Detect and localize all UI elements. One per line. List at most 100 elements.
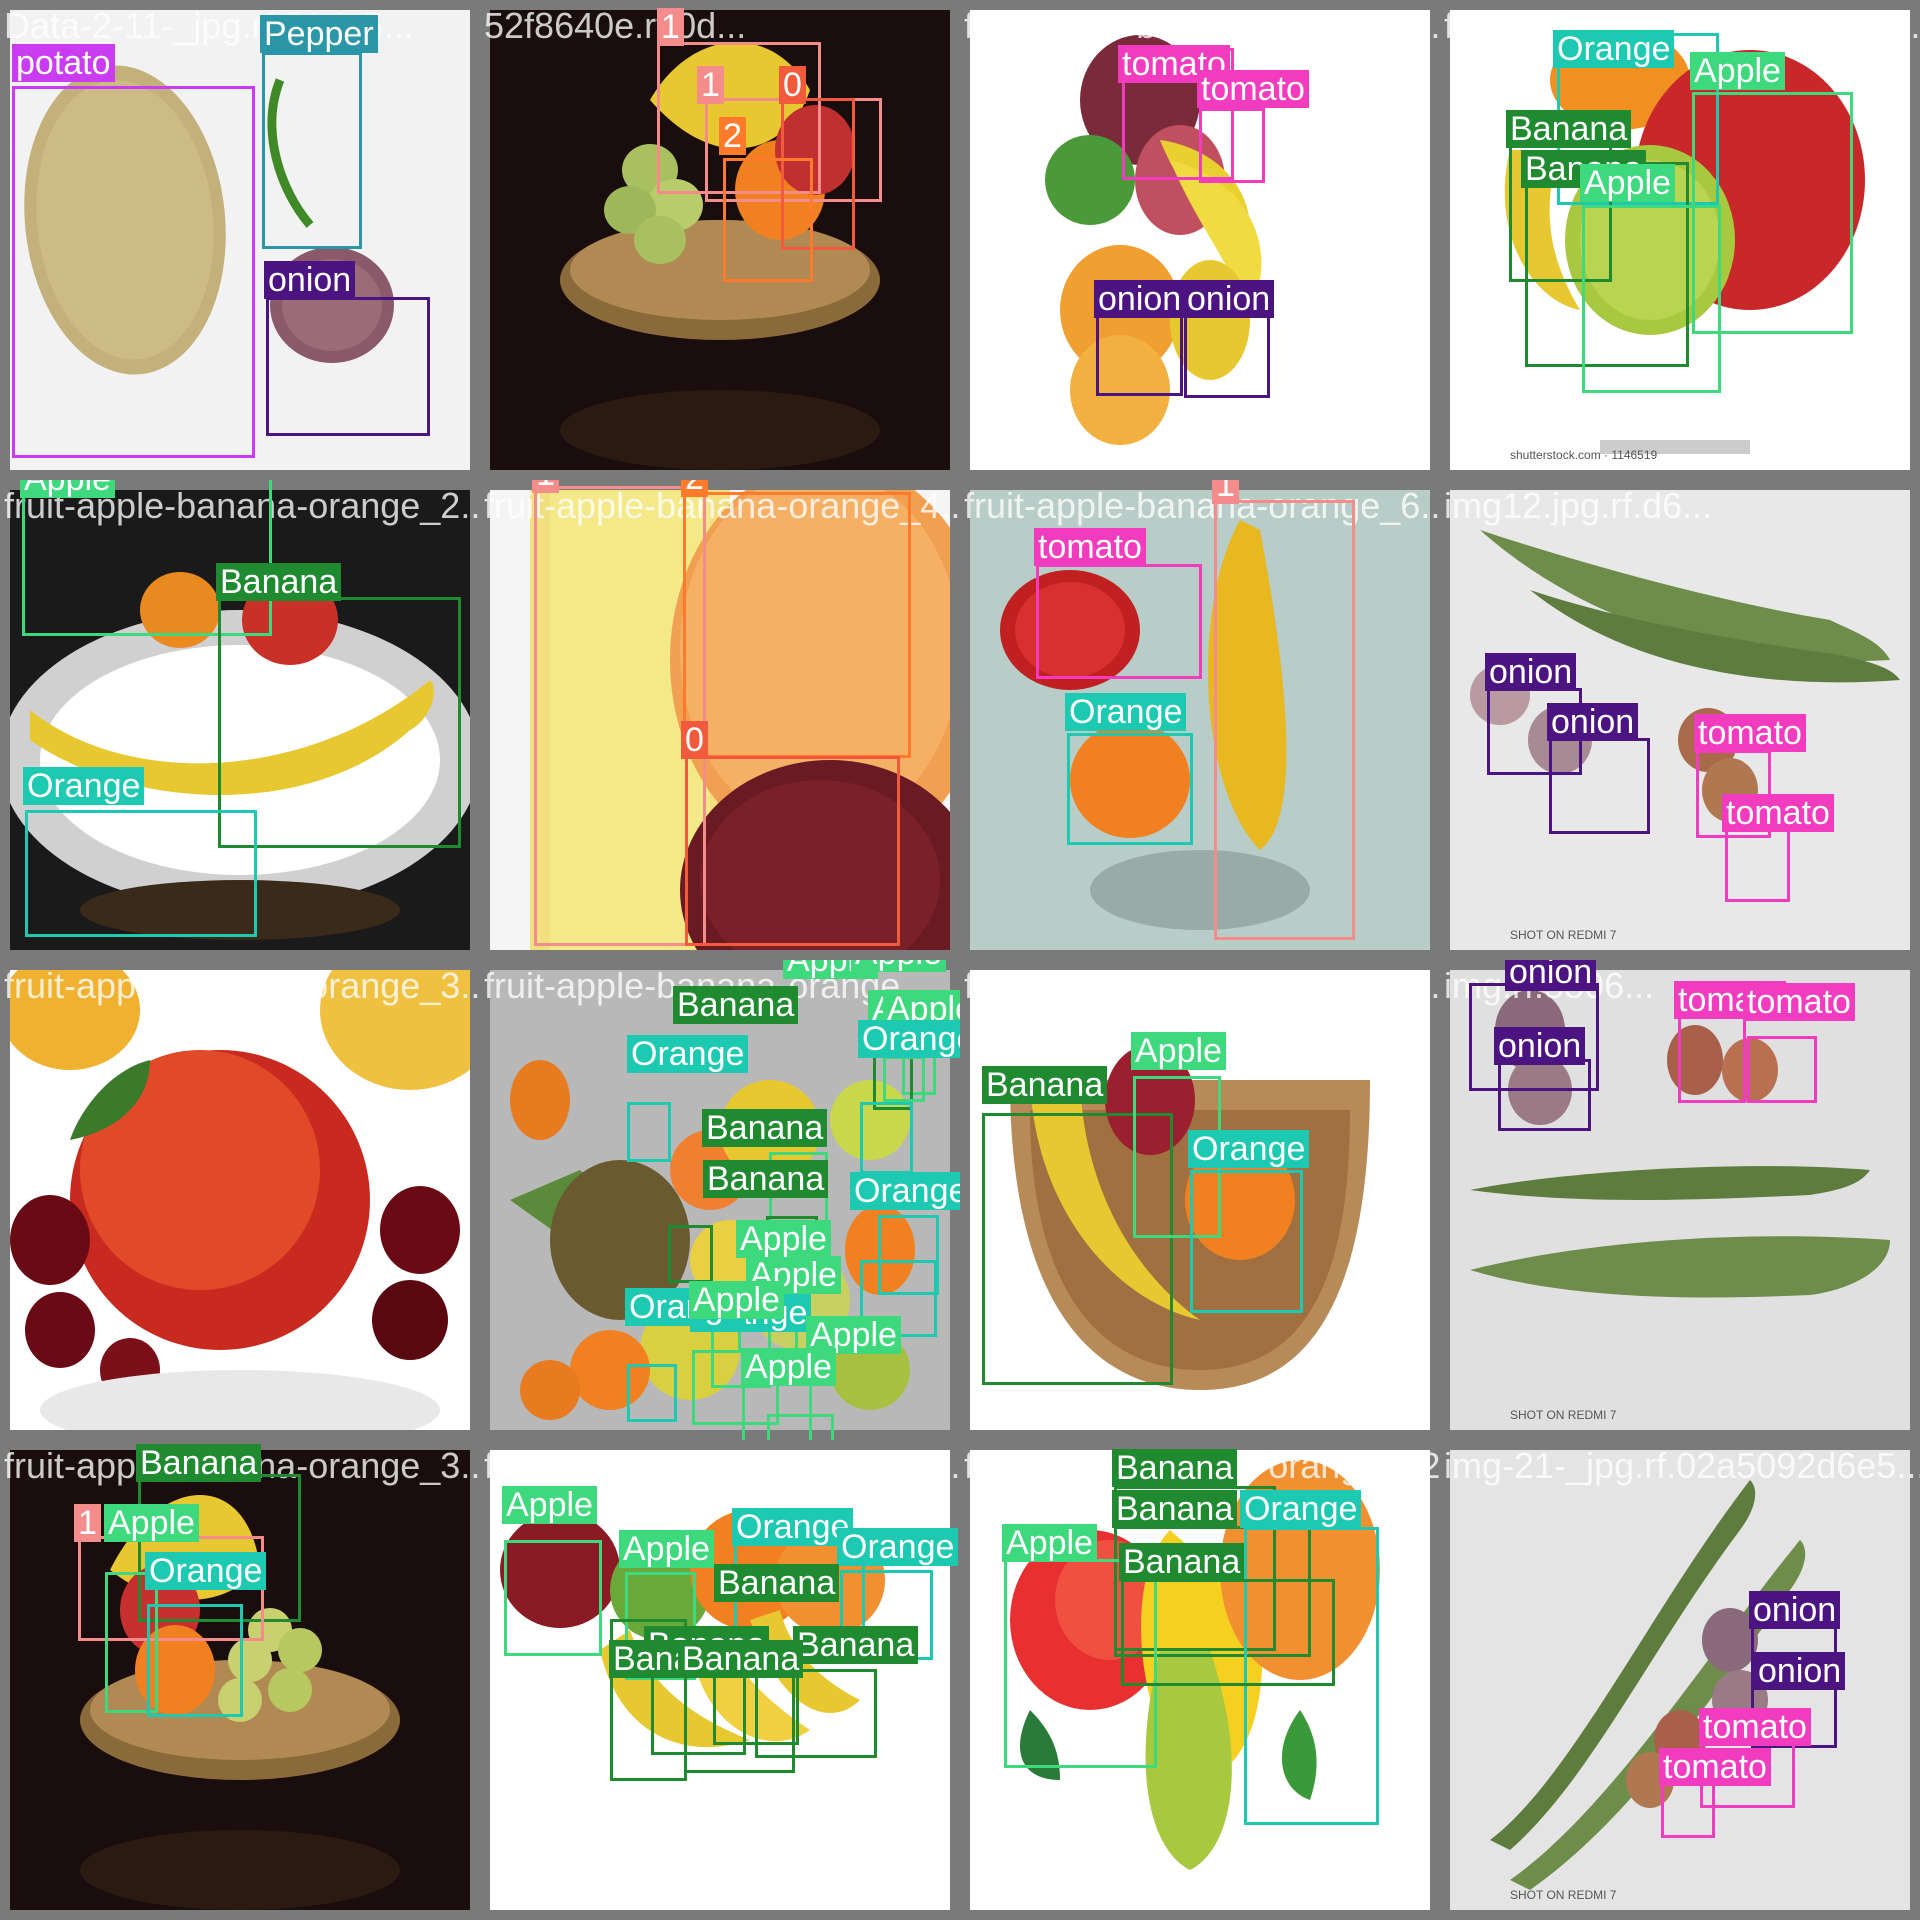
bbox-label: Orange	[837, 1528, 959, 1566]
bbox-label: Banana	[714, 1564, 840, 1602]
bbox-apple	[883, 1056, 925, 1102]
bbox-label: Orange	[145, 1552, 267, 1590]
bbox-orange	[860, 1102, 913, 1174]
bbox-label: 1	[74, 1504, 101, 1542]
bbox-label: Apple	[851, 960, 946, 972]
mosaic-tile: fruit-apple-banana-orange_3...Banana1App…	[0, 1440, 480, 1920]
bbox-label: onion	[264, 261, 356, 299]
bbox-label: Orange	[1065, 693, 1187, 731]
bbox-label: Banana	[702, 1109, 828, 1147]
bbox-label: tomato	[1659, 1748, 1771, 1786]
tile-watermark: SHOT ON REDMI 7	[1510, 1408, 1617, 1422]
bbox-0	[685, 756, 900, 946]
bbox-orange	[1190, 1170, 1303, 1313]
bbox-label: Apple	[1131, 1032, 1226, 1070]
bbox-banana	[1121, 1579, 1335, 1686]
bbox-label: onion	[1485, 653, 1577, 691]
bbox-apple	[504, 1540, 602, 1656]
bbox-banana	[668, 1225, 713, 1283]
bbox-label: 1	[532, 480, 559, 493]
bbox-tomato	[1199, 108, 1265, 183]
photo-apple-cherries	[10, 970, 470, 1430]
bbox-orange	[147, 1604, 243, 1717]
bbox-label: onion	[1749, 1591, 1841, 1629]
bbox-label: Apple	[689, 1281, 784, 1319]
bbox-1	[1214, 500, 1355, 940]
bbox-label: 0	[681, 721, 708, 759]
bbox-tomato	[1678, 1016, 1746, 1103]
bbox-label: Apple	[502, 1486, 597, 1524]
mosaic-tile: fruit-apple-banana-orange_6... Banana Appl…	[960, 960, 1440, 1440]
bbox-apple	[767, 1414, 834, 1440]
bbox-label: tomato	[1722, 794, 1834, 832]
bbox-label: Banana	[703, 1160, 829, 1198]
bbox-2	[683, 492, 911, 758]
bbox-apple	[1582, 205, 1721, 393]
bbox-label: Orange	[850, 1172, 960, 1210]
bbox-label: Orange	[1240, 1490, 1362, 1528]
bbox-label: Banana	[982, 1066, 1108, 1104]
bbox-label: onion	[1494, 1027, 1586, 1065]
tile-photo	[10, 970, 470, 1430]
mosaic-tile: fruit-apple-banana-orange_5... Apple Apple…	[480, 1440, 960, 1920]
bbox-label: Orange	[858, 1020, 960, 1058]
bbox-label: onion	[1183, 280, 1275, 318]
mosaic-tile: SHOT ON REDMI 7 img-21-_jpg.rf.02a5092d6e…	[1440, 1440, 1920, 1920]
bbox-label: Orange	[627, 1035, 749, 1073]
mosaic-tile: fruit-apple-banana-orange_22...BananaBan…	[960, 1440, 1440, 1920]
bbox-tomato	[1725, 829, 1790, 902]
bbox-potato	[12, 86, 255, 458]
mosaic-tile: Data-2-11-_jpg.rf.81de5... potato Pepper on…	[0, 0, 480, 480]
mosaic-tile: 52f8640e.rf.0d... 1 1 0 2	[480, 0, 960, 480]
bbox-label: 1	[697, 66, 724, 104]
mosaic-tile: fruit-apple-banana-orange_2...AppleBanan…	[0, 480, 480, 960]
bbox-tomato	[1036, 564, 1202, 679]
bbox-label: 2	[681, 480, 708, 497]
tile-watermark: SHOT ON REDMI 7	[1510, 1888, 1617, 1902]
mosaic-tile: SHOT ON REDMI 7 img12.jpg.rf.d6... onion on…	[1440, 480, 1920, 960]
bbox-label: Orange	[23, 767, 145, 805]
bbox-orange	[1067, 733, 1193, 845]
mosaic-tile: shutterstock.com · 1146519 fruit-apple-ba…	[1440, 0, 1920, 480]
bbox-banana	[755, 1669, 877, 1758]
bbox-tomato	[1747, 1036, 1817, 1103]
bbox-label: Pepper	[260, 15, 378, 53]
bbox-label: Apple	[1690, 52, 1785, 90]
bbox-onion	[1549, 738, 1650, 834]
bbox-label: onion	[1094, 280, 1186, 318]
bbox-orange	[25, 810, 257, 937]
bbox-label: potato	[12, 44, 115, 82]
bbox-label: 1	[657, 8, 684, 46]
bbox-label: Orange	[1553, 30, 1675, 68]
bbox-label: Apple	[1580, 164, 1675, 202]
bbox-label: onion	[1754, 1652, 1846, 1690]
bbox-pepper	[262, 52, 362, 249]
bbox-label: Apple	[20, 480, 115, 498]
bbox-label: 2	[719, 117, 746, 155]
bbox-label: 0	[779, 66, 806, 104]
bbox-label: Orange	[732, 1508, 854, 1546]
bbox-label: Banana	[136, 1444, 262, 1482]
bbox-orange	[627, 1364, 677, 1422]
bbox-orange	[627, 1102, 671, 1162]
bbox-label: tomato	[1034, 528, 1146, 566]
mosaic-tile: fruit-apple-banana-orange_3... tomato toma…	[960, 0, 1440, 480]
mosaic-tile: fruit-apple-banana-orange_3...	[0, 960, 480, 1440]
bbox-label: Banana	[1506, 110, 1632, 148]
tile-watermark: SHOT ON REDMI 7	[1510, 928, 1617, 942]
mosaic-tile: fruit-apple-banana-orange_6... 1 tomato Ora…	[960, 480, 1440, 960]
detection-mosaic: Data-2-11-_jpg.rf.81de5... potato Pepper on…	[0, 0, 1920, 1920]
bbox-label: Apple	[741, 1348, 836, 1386]
bbox-label: Banana	[673, 986, 799, 1024]
bbox-label: Banana	[793, 1626, 919, 1664]
bbox-label: Banana	[1112, 1449, 1238, 1487]
bbox-label: Apple	[104, 1504, 199, 1542]
tile-watermark: shutterstock.com · 1146519	[1510, 448, 1658, 462]
bbox-2	[723, 158, 813, 282]
bbox-label: onion	[1505, 960, 1597, 991]
bbox-label: Apple	[736, 1220, 831, 1258]
bbox-label: Banana	[216, 563, 342, 601]
bbox-label: tomato	[1694, 714, 1806, 752]
bbox-label: tomato	[1197, 70, 1309, 108]
mosaic-tile: fruit-apple-banana-orange_...AppleAppleB…	[480, 960, 960, 1440]
